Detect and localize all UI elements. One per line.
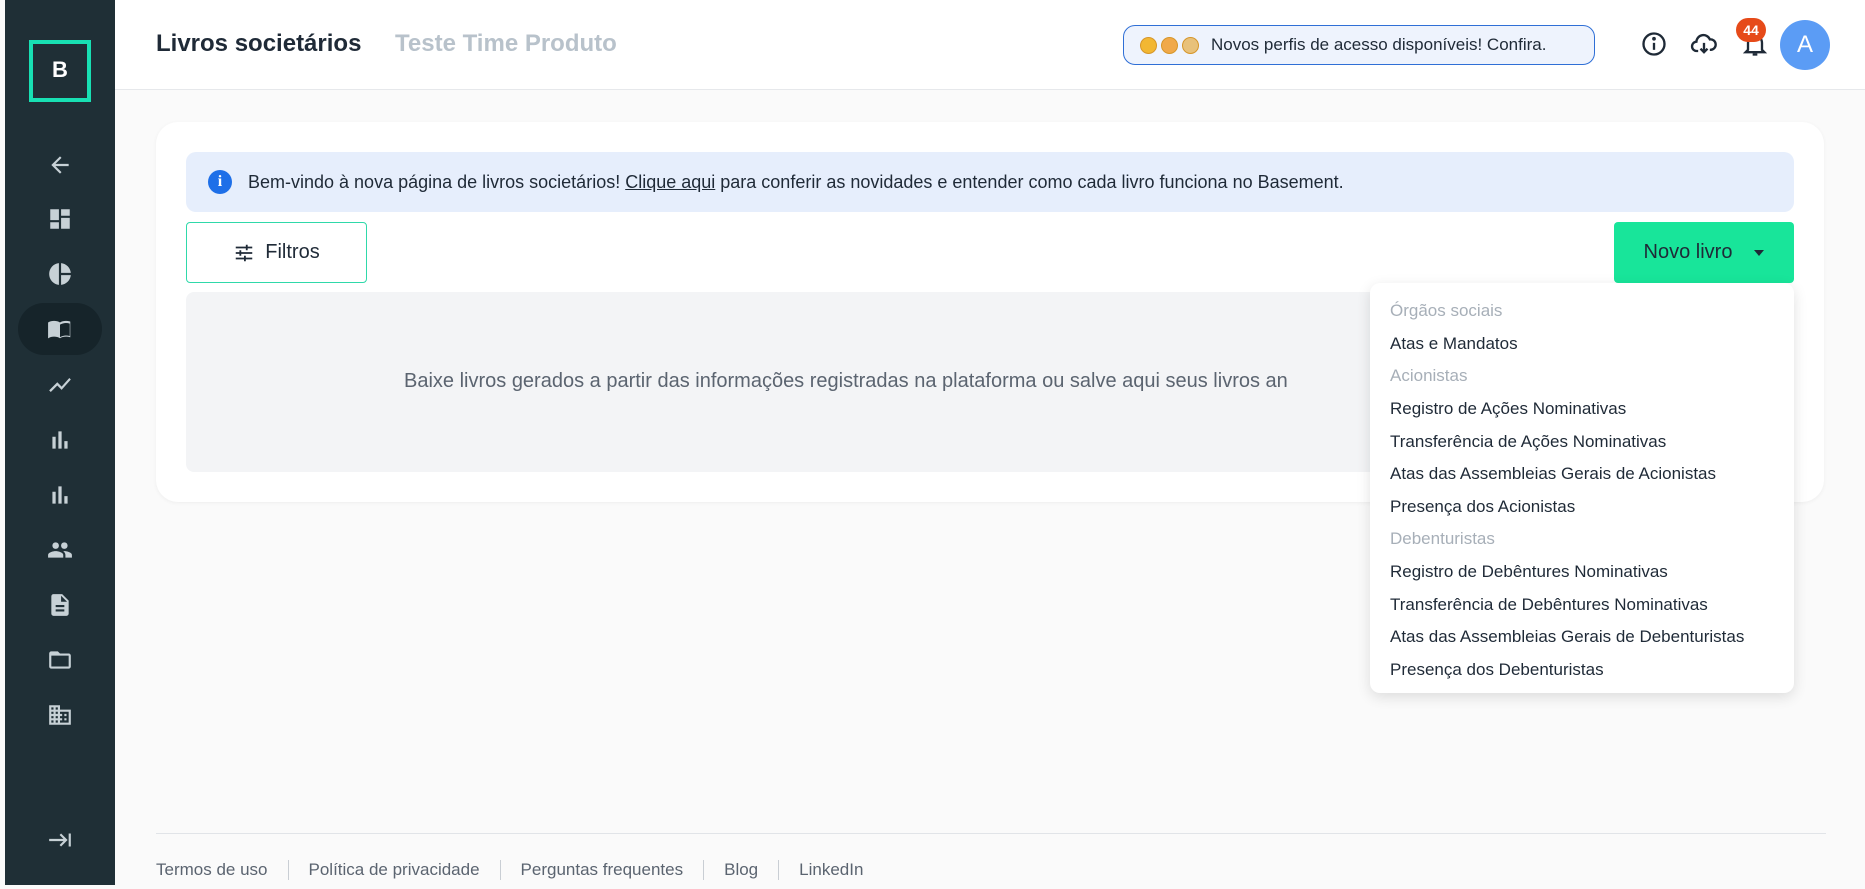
back-button[interactable] [18, 139, 102, 191]
book-icon [48, 320, 71, 339]
footer-link-linkedin[interactable]: LinkedIn [799, 860, 863, 880]
footer-link-blog[interactable]: Blog [724, 860, 758, 880]
info-icon: i [208, 170, 232, 194]
menu-item-atas-assembleias-debenturistas[interactable]: Atas das Assembleias Gerais de Debenturi… [1370, 621, 1794, 654]
logo-letter: B [52, 57, 68, 82]
sidebar-item-reports[interactable] [18, 248, 102, 300]
footer: Termos de uso Política de privacidade Pe… [156, 833, 1826, 883]
empty-state-text: Baixe livros gerados a partir das inform… [404, 370, 1288, 392]
company-name: Teste Time Produto [395, 30, 617, 57]
dropdown-group-label: Órgãos sociais [1390, 301, 1503, 321]
menu-item-atas-assembleias-acionistas[interactable]: Atas das Assembleias Gerais de Acionista… [1370, 458, 1794, 491]
menu-item-transferencia-debentures[interactable]: Transferência de Debêntures Nominativas [1370, 588, 1794, 621]
footer-divider [499, 859, 501, 880]
footer-divider [703, 859, 705, 880]
menu-item-transferencia-acoes[interactable]: Transferência de Ações Nominativas [1370, 425, 1794, 458]
dropdown-group-label: Acionistas [1390, 366, 1468, 386]
new-access-profiles-announcement[interactable]: Novos perfis de acesso disponíveis! Conf… [1123, 25, 1595, 65]
person-emoji-icon [1182, 36, 1199, 54]
basement-logo[interactable]: B [29, 40, 91, 102]
sidebar-item-books[interactable] [18, 303, 102, 355]
sidebar-item-charts[interactable] [18, 414, 102, 466]
menu-item-registro-acoes[interactable]: Registro de Ações Nominativas [1370, 393, 1794, 426]
menu-item-atas-e-mandatos[interactable]: Atas e Mandatos [1370, 328, 1794, 361]
sidebar-item-analytics[interactable] [18, 469, 102, 521]
arrow-left-icon [51, 156, 69, 174]
footer-link-faq[interactable]: Perguntas frequentes [521, 860, 684, 880]
banner-text-before: Bem-vindo à nova página de livros societ… [248, 171, 621, 192]
footer-link-terms[interactable]: Termos de uso [156, 860, 268, 880]
bar-chart-icon [52, 431, 68, 449]
sidebar-item-trends[interactable] [18, 359, 102, 411]
footer-link-privacy[interactable]: Política de privacidade [309, 860, 480, 880]
sidebar-item-folders[interactable] [18, 634, 102, 686]
cloud-download-button[interactable] [1690, 30, 1720, 60]
sliders-icon [236, 244, 253, 261]
trend-line-icon [49, 377, 71, 393]
folder-icon [49, 651, 71, 669]
filters-label: Filtros [265, 241, 320, 263]
sidebar-item-documents[interactable] [18, 579, 102, 631]
sidebar-item-people[interactable] [18, 524, 102, 576]
page-title: Livros societários [156, 30, 362, 57]
sidebar: B [5, 0, 115, 885]
announcement-text: Novos perfis de acesso disponíveis! Conf… [1211, 35, 1547, 54]
caret-down-icon [1754, 249, 1765, 256]
top-header: Livros societários Teste Time Produto No… [115, 0, 1865, 90]
filters-button[interactable]: Filtros [186, 222, 367, 283]
sidebar-item-companies[interactable] [18, 689, 102, 741]
new-book-dropdown: Órgãos sociais Atas e Mandatos Acionista… [1370, 283, 1794, 693]
info-circle-icon [1642, 32, 1666, 56]
banner-link[interactable]: Clique aqui [625, 172, 715, 193]
people-icon [48, 542, 72, 558]
person-emoji-icon [1140, 36, 1157, 54]
new-book-label: Novo livro [1643, 241, 1733, 263]
sidebar-item-dashboard[interactable] [18, 193, 102, 245]
new-book-button[interactable]: Novo livro [1614, 222, 1794, 283]
user-avatar[interactable]: A [1780, 20, 1830, 70]
bar-chart-icon [52, 486, 68, 504]
menu-item-presenca-debenturistas[interactable]: Presença dos Debenturistas [1370, 654, 1794, 687]
expand-sidebar-button[interactable] [18, 814, 102, 866]
footer-divider [287, 859, 289, 880]
dropdown-group-label: Debenturistas [1390, 529, 1495, 549]
footer-divider [778, 859, 780, 880]
cloud-download-icon [1690, 33, 1717, 54]
welcome-info-banner: i Bem-vindo à nova página de livros soci… [186, 152, 1794, 212]
emoji-group [1140, 36, 1199, 54]
pie-chart-icon [49, 263, 71, 285]
menu-item-presenca-acionistas[interactable]: Presença dos Acionistas [1370, 491, 1794, 524]
notification-count-badge: 44 [1736, 18, 1766, 42]
banner-text-after: para conferir as novidades e entender co… [720, 171, 1344, 192]
document-icon [51, 594, 69, 616]
person-emoji-icon [1161, 36, 1178, 54]
dashboard-icon [50, 209, 70, 229]
expand-icon [49, 833, 71, 847]
menu-item-registro-debentures[interactable]: Registro de Debêntures Nominativas [1370, 556, 1794, 589]
building-icon [49, 705, 71, 725]
info-button[interactable] [1640, 30, 1670, 60]
